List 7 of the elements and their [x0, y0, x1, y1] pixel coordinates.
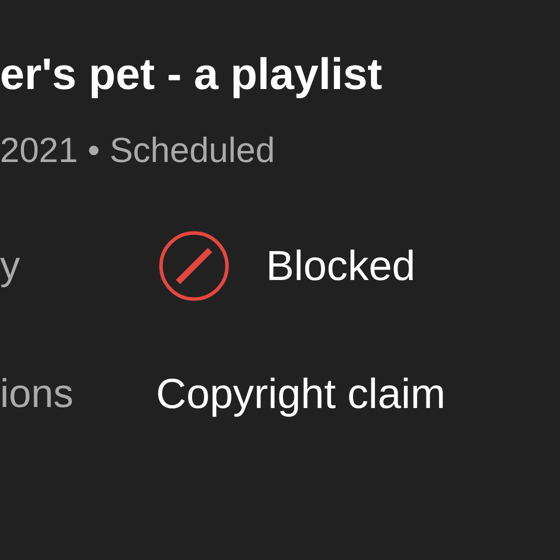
blocked-icon: [158, 230, 230, 302]
video-date-status: 2021 • Scheduled: [0, 130, 276, 172]
detail-value: Blocked: [266, 242, 416, 290]
detail-value: Copyright claim: [156, 370, 446, 418]
video-title: er's pet - a playlist: [0, 49, 384, 101]
detail-label: ions: [0, 372, 74, 416]
detail-label: y: [0, 244, 21, 288]
